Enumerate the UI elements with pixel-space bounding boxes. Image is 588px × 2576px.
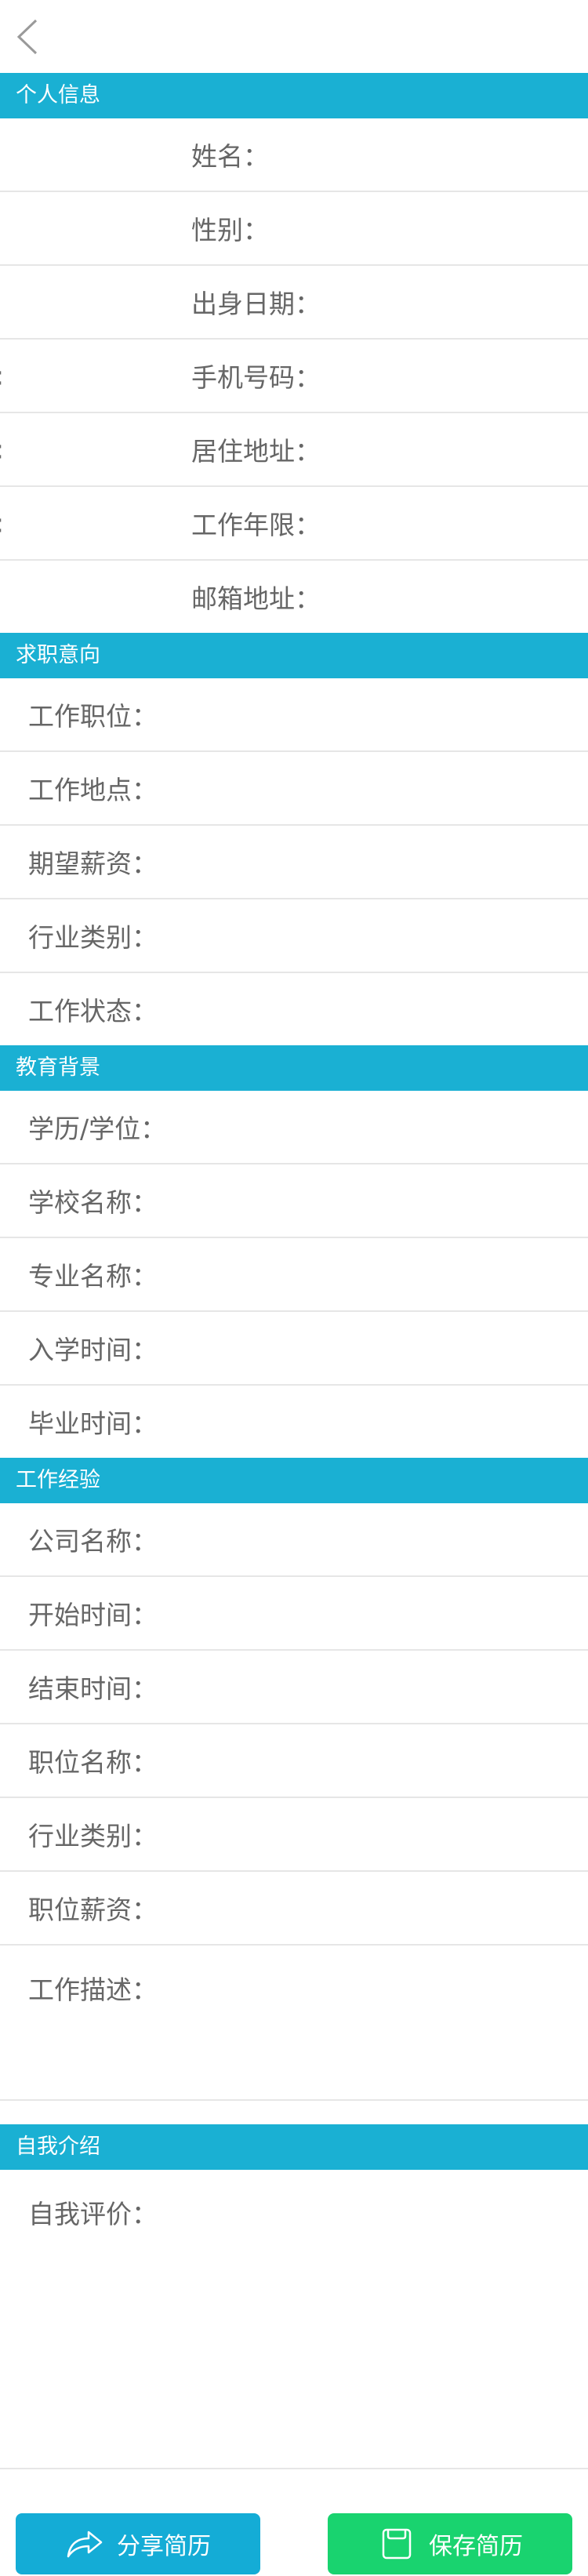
field-label: 居住地址： <box>191 436 321 467</box>
section-header-personal: 个人信息 <box>0 73 588 118</box>
field-row-position[interactable]: 工作职位： <box>0 678 588 752</box>
field-label: 姓名： <box>191 141 269 172</box>
save-resume-button[interactable]: 保存简历 <box>328 2513 572 2574</box>
row-colon: : <box>0 434 4 465</box>
share-arrow-icon <box>67 2531 103 2558</box>
field-label: 行业类别： <box>28 1821 158 1851</box>
field-label: 结束时间： <box>28 1673 158 1704</box>
field-row-graduate-date[interactable]: 毕业时间： <box>0 1386 588 1458</box>
field-row-gender[interactable]: 性别： <box>0 192 588 266</box>
field-label: 开始时间： <box>28 1600 158 1630</box>
save-button-label: 保存简历 <box>429 2533 523 2560</box>
field-row-industry[interactable]: 行业类别： <box>0 1798 588 1872</box>
intention-section: 工作职位： 工作地点： 期望薪资： 行业类别： 工作状态： <box>0 678 588 1045</box>
field-row-school[interactable]: 学校名称： <box>0 1164 588 1238</box>
field-label: 毕业时间： <box>28 1408 158 1439</box>
section-header-experience: 工作经验 <box>0 1458 588 1503</box>
field-row-start-date[interactable]: 开始时间： <box>0 1577 588 1651</box>
field-row-salary[interactable]: 期望薪资： <box>0 826 588 899</box>
footer-bar: 分享简历 保存简历 <box>0 2499 588 2576</box>
field-label: 学校名称： <box>28 1187 158 1218</box>
field-label: 职位薪资： <box>28 1895 158 1925</box>
field-row-job-description[interactable]: 工作描述： <box>0 1946 588 2099</box>
education-section: 学历/学位： 学校名称： 专业名称： 入学时间： 毕业时间： <box>0 1091 588 1458</box>
top-bar <box>0 0 588 73</box>
field-label: 职位名称： <box>28 1747 158 1778</box>
save-floppy-icon <box>382 2528 412 2560</box>
field-label: 期望薪资： <box>28 848 158 879</box>
field-row-degree[interactable]: 学历/学位： <box>0 1091 588 1164</box>
back-chevron-icon[interactable] <box>14 17 41 56</box>
field-label: 工作状态： <box>28 996 158 1026</box>
field-row-work-years[interactable]: : 工作年限： <box>0 487 588 561</box>
experience-section: 公司名称： 开始时间： 结束时间： 职位名称： 行业类别： 职位薪资： 工作描述… <box>0 1503 588 2099</box>
share-button-label: 分享简历 <box>117 2533 211 2560</box>
field-label: 学历/学位： <box>28 1114 167 1144</box>
field-label: 出身日期： <box>191 289 321 319</box>
field-row-address[interactable]: : 居住地址： <box>0 413 588 487</box>
field-row-company[interactable]: 公司名称： <box>0 1503 588 1577</box>
section-gap <box>0 2099 588 2124</box>
share-resume-button[interactable]: 分享简历 <box>16 2513 260 2574</box>
field-label: 工作职位： <box>28 701 158 732</box>
field-label: 手机号码： <box>191 362 321 393</box>
field-row-birthdate[interactable]: 出身日期： <box>0 266 588 340</box>
row-colon: : <box>0 361 4 391</box>
field-row-email[interactable]: 邮箱地址： <box>0 561 588 633</box>
row-colon: : <box>0 508 4 539</box>
field-row-self-evaluation[interactable]: 自我评价： <box>0 2170 588 2469</box>
field-row-location[interactable]: 工作地点： <box>0 752 588 826</box>
field-label: 入学时间： <box>28 1335 158 1365</box>
section-header-intention: 求职意向 <box>0 633 588 678</box>
field-label: 工作地点： <box>28 775 158 805</box>
field-label: 自我评价： <box>28 2199 158 2229</box>
field-label: 公司名称： <box>28 1526 158 1557</box>
field-row-phone[interactable]: : 手机号码： <box>0 340 588 413</box>
section-header-intro: 自我介绍 <box>0 2124 588 2170</box>
field-row-work-status[interactable]: 工作状态： <box>0 973 588 1045</box>
field-row-major[interactable]: 专业名称： <box>0 1238 588 1312</box>
field-label: 邮箱地址： <box>191 583 321 614</box>
field-label: 工作描述： <box>28 1975 158 2005</box>
section-header-education: 教育背景 <box>0 1045 588 1091</box>
field-row-industry[interactable]: 行业类别： <box>0 899 588 973</box>
field-label: 性别： <box>191 215 269 245</box>
field-label: 专业名称： <box>28 1261 158 1292</box>
field-label: 行业类别： <box>28 922 158 953</box>
field-row-enroll-date[interactable]: 入学时间： <box>0 1312 588 1386</box>
field-row-name[interactable]: 姓名： <box>0 118 588 192</box>
field-row-end-date[interactable]: 结束时间： <box>0 1651 588 1724</box>
field-row-job-title[interactable]: 职位名称： <box>0 1724 588 1798</box>
intro-section: 自我评价： <box>0 2170 588 2469</box>
field-label: 工作年限： <box>191 510 321 540</box>
personal-info-section: 姓名： 性别： 出身日期： : 手机号码： : 居住地址： : 工作年限： 邮箱… <box>0 118 588 633</box>
field-row-job-salary[interactable]: 职位薪资： <box>0 1872 588 1946</box>
